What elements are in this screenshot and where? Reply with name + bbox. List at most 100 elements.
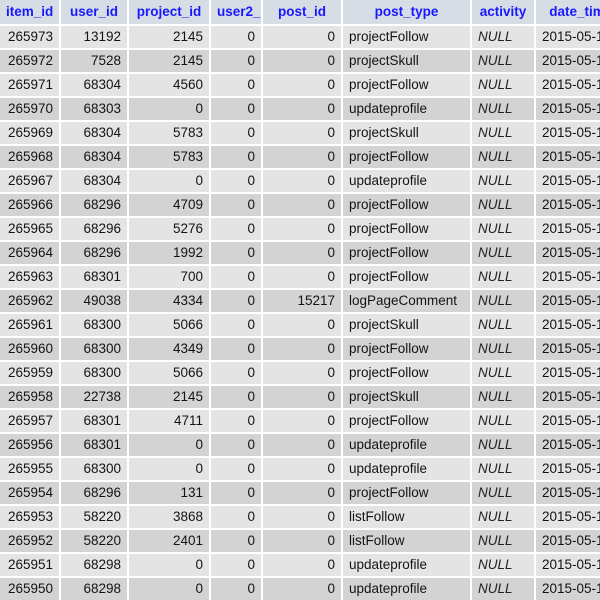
cell-date-time[interactable]: 2015-05-14 <box>536 122 600 144</box>
cell-date-time[interactable]: 2015-05-14 <box>536 458 600 480</box>
cell-item-id[interactable]: 265966 <box>0 194 59 216</box>
cell-date-time[interactable]: 2015-05-14 <box>536 338 600 360</box>
cell-project-id[interactable]: 5783 <box>129 146 209 168</box>
cell-item-id[interactable]: 265954 <box>0 482 59 504</box>
cell-activity[interactable]: NULL <box>472 314 534 336</box>
cell-post-id[interactable]: 0 <box>263 362 341 384</box>
cell-user-id[interactable]: 68301 <box>61 434 127 456</box>
cell-project-id[interactable]: 0 <box>129 434 209 456</box>
cell-item-id[interactable]: 265952 <box>0 530 59 552</box>
cell-user-id[interactable]: 68303 <box>61 98 127 120</box>
table-row[interactable]: 265958 22738 2145 0 0 projectSkull NULL 2015-05… <box>0 386 600 408</box>
cell-date-time[interactable]: 2015-05-14 <box>536 434 600 456</box>
cell-date-time[interactable]: 2015-05-14 <box>536 170 600 192</box>
cell-activity[interactable]: NULL <box>472 218 534 240</box>
cell-date-time[interactable]: 2015-05-14 <box>536 482 600 504</box>
cell-post-type[interactable]: updateprofile <box>343 434 470 456</box>
cell-activity[interactable]: NULL <box>472 554 534 576</box>
cell-date-time[interactable]: 2015-05-14 <box>536 26 600 48</box>
cell-activity[interactable]: NULL <box>472 170 534 192</box>
cell-post-id[interactable]: 0 <box>263 194 341 216</box>
cell-activity[interactable]: NULL <box>472 194 534 216</box>
cell-project-id[interactable]: 131 <box>129 482 209 504</box>
cell-user2-id[interactable]: 0 <box>211 122 261 144</box>
cell-user-id[interactable]: 68300 <box>61 362 127 384</box>
cell-user-id[interactable]: 68300 <box>61 314 127 336</box>
cell-item-id[interactable]: 265968 <box>0 146 59 168</box>
cell-post-type[interactable]: projectFollow <box>343 266 470 288</box>
cell-item-id[interactable]: 265962 <box>0 290 59 312</box>
cell-post-type[interactable]: projectFollow <box>343 242 470 264</box>
cell-item-id[interactable]: 265967 <box>0 170 59 192</box>
cell-date-time[interactable]: 2015-05-14 <box>536 50 600 72</box>
cell-activity[interactable]: NULL <box>472 242 534 264</box>
table-row[interactable]: 265950 68298 0 0 0 updateprofile NULL 2015-05-1… <box>0 578 600 600</box>
cell-date-time[interactable]: 2015-05-14 <box>536 362 600 384</box>
cell-post-type[interactable]: projectFollow <box>343 410 470 432</box>
cell-project-id[interactable]: 700 <box>129 266 209 288</box>
cell-post-type[interactable]: projectSkull <box>343 50 470 72</box>
cell-post-id[interactable]: 0 <box>263 26 341 48</box>
cell-activity[interactable]: NULL <box>472 578 534 600</box>
table-row[interactable]: 265965 68296 5276 0 0 projectFollow NULL 2015-0… <box>0 218 600 240</box>
cell-project-id[interactable]: 2145 <box>129 50 209 72</box>
column-header-project-id[interactable]: project_id <box>129 0 209 24</box>
cell-item-id[interactable]: 265951 <box>0 554 59 576</box>
cell-date-time[interactable]: 2015-05-14 <box>536 578 600 600</box>
cell-user2-id[interactable]: 0 <box>211 458 261 480</box>
cell-user2-id[interactable]: 0 <box>211 362 261 384</box>
column-header-activity[interactable]: activity <box>472 0 534 24</box>
cell-user2-id[interactable]: 0 <box>211 482 261 504</box>
cell-item-id[interactable]: 265958 <box>0 386 59 408</box>
cell-user-id[interactable]: 13192 <box>61 26 127 48</box>
cell-item-id[interactable]: 265969 <box>0 122 59 144</box>
cell-item-id[interactable]: 265965 <box>0 218 59 240</box>
cell-activity[interactable]: NULL <box>472 482 534 504</box>
cell-post-id[interactable]: 0 <box>263 314 341 336</box>
cell-user2-id[interactable]: 0 <box>211 410 261 432</box>
cell-user2-id[interactable]: 0 <box>211 242 261 264</box>
cell-post-id[interactable]: 0 <box>263 50 341 72</box>
cell-activity[interactable]: NULL <box>472 362 534 384</box>
cell-user-id[interactable]: 68304 <box>61 170 127 192</box>
cell-item-id[interactable]: 265960 <box>0 338 59 360</box>
cell-item-id[interactable]: 265957 <box>0 410 59 432</box>
cell-user2-id[interactable]: 0 <box>211 266 261 288</box>
cell-user2-id[interactable]: 0 <box>211 530 261 552</box>
cell-activity[interactable]: NULL <box>472 98 534 120</box>
cell-post-type[interactable]: projectFollow <box>343 362 470 384</box>
cell-post-id[interactable]: 0 <box>263 386 341 408</box>
cell-date-time[interactable]: 2015-05-14 <box>536 266 600 288</box>
cell-user-id[interactable]: 68300 <box>61 338 127 360</box>
cell-date-time[interactable]: 2015-05-14 <box>536 218 600 240</box>
cell-user2-id[interactable]: 0 <box>211 194 261 216</box>
cell-item-id[interactable]: 265970 <box>0 98 59 120</box>
table-row[interactable]: 265970 68303 0 0 0 updateprofile NULL 2015-05-1… <box>0 98 600 120</box>
cell-project-id[interactable]: 2401 <box>129 530 209 552</box>
cell-user-id[interactable]: 68296 <box>61 242 127 264</box>
cell-post-type[interactable]: projectFollow <box>343 194 470 216</box>
cell-date-time[interactable]: 2015-05-14 <box>536 314 600 336</box>
table-row[interactable]: 265951 68298 0 0 0 updateprofile NULL 2015-05-1… <box>0 554 600 576</box>
cell-date-time[interactable]: 2015-05-14 <box>536 74 600 96</box>
cell-user-id[interactable]: 68301 <box>61 266 127 288</box>
cell-post-id[interactable]: 0 <box>263 482 341 504</box>
cell-project-id[interactable]: 5783 <box>129 122 209 144</box>
cell-date-time[interactable]: 2015-05-14 <box>536 506 600 528</box>
cell-activity[interactable]: NULL <box>472 506 534 528</box>
cell-post-id[interactable]: 0 <box>263 338 341 360</box>
cell-item-id[interactable]: 265972 <box>0 50 59 72</box>
column-header-date-time[interactable]: date_tim <box>536 0 600 24</box>
cell-post-type[interactable]: updateprofile <box>343 98 470 120</box>
cell-project-id[interactable]: 4560 <box>129 74 209 96</box>
cell-post-type[interactable]: updateprofile <box>343 458 470 480</box>
query-result-grid[interactable]: item_id user_id project_id user2_id post… <box>0 0 600 600</box>
cell-post-id[interactable]: 0 <box>263 146 341 168</box>
cell-project-id[interactable]: 5276 <box>129 218 209 240</box>
cell-user2-id[interactable]: 0 <box>211 146 261 168</box>
cell-date-time[interactable]: 2015-05-14 <box>536 194 600 216</box>
cell-date-time[interactable]: 2015-05-14 <box>536 290 600 312</box>
cell-user2-id[interactable]: 0 <box>211 290 261 312</box>
cell-post-type[interactable]: projectFollow <box>343 338 470 360</box>
cell-user2-id[interactable]: 0 <box>211 578 261 600</box>
